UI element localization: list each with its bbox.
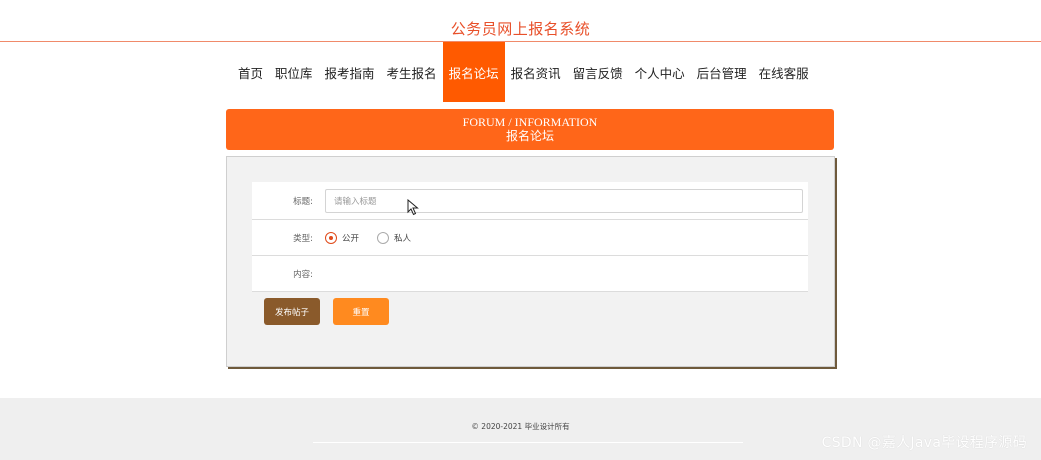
footer-copyright: © 2020-2021 毕业设计所有 (471, 422, 570, 431)
nav-item-support[interactable]: 在线客服 (753, 42, 815, 102)
radio-private-label: 私人 (394, 233, 412, 244)
panel-title-zh: 报名论坛 (505, 129, 554, 143)
site-title: 公务员网上报名系统 (450, 20, 591, 38)
form-row-content: 内容: (252, 256, 808, 292)
nav-item-forum[interactable]: 报名论坛 (442, 42, 505, 102)
type-label: 类型: (293, 233, 313, 244)
radio-checked-icon[interactable] (325, 231, 337, 244)
main-nav: 首页 职位库 报考指南 考生报名 报名论坛 报名资讯 留言反馈 个人中心 后台管… (232, 42, 815, 102)
form-actions: 发布帖子 重置 (264, 298, 389, 325)
radio-public[interactable]: 公开 (325, 231, 360, 244)
post-form: 标题: 请输入标题 类型: 公开 私人 内容: (252, 182, 808, 292)
form-row-title: 标题: 请输入标题 (252, 182, 808, 220)
nav-item-registration[interactable]: 考生报名 (381, 42, 443, 102)
content-editor[interactable] (325, 259, 808, 289)
footer-divider (313, 442, 743, 443)
radio-public-label: 公开 (342, 233, 360, 244)
watermark-text: CSDN @嘉人Java毕设程序源码 (821, 435, 1027, 451)
title-label: 标题: (293, 196, 313, 207)
form-row-type: 类型: 公开 私人 (252, 220, 808, 256)
nav-item-guide[interactable]: 报考指南 (319, 42, 381, 102)
nav-item-user-center[interactable]: 个人中心 (629, 42, 691, 102)
panel-header: FORUM / INFORMATION 报名论坛 (226, 109, 834, 150)
radio-private[interactable]: 私人 (377, 231, 412, 244)
type-radio-group: 公开 私人 (325, 231, 429, 244)
nav-item-news[interactable]: 报名资讯 (505, 42, 567, 102)
title-input[interactable]: 请输入标题 (325, 188, 803, 213)
post-form-panel: 标题: 请输入标题 类型: 公开 私人 内容: 发布帖子 重置 (226, 156, 835, 367)
reset-button[interactable]: 重置 (333, 298, 389, 325)
content-label: 内容: (293, 269, 313, 280)
nav-item-admin[interactable]: 后台管理 (691, 42, 753, 102)
radio-unchecked-icon[interactable] (377, 231, 390, 244)
mouse-cursor-icon (407, 199, 419, 216)
panel-title-en: FORUM / INFORMATION (462, 115, 598, 129)
nav-item-home[interactable]: 首页 (232, 42, 269, 102)
nav-item-feedback[interactable]: 留言反馈 (567, 42, 629, 102)
publish-button[interactable]: 发布帖子 (264, 298, 320, 325)
site-header: 公务员网上报名系统 (0, 0, 1041, 42)
nav-item-positions[interactable]: 职位库 (269, 42, 319, 102)
